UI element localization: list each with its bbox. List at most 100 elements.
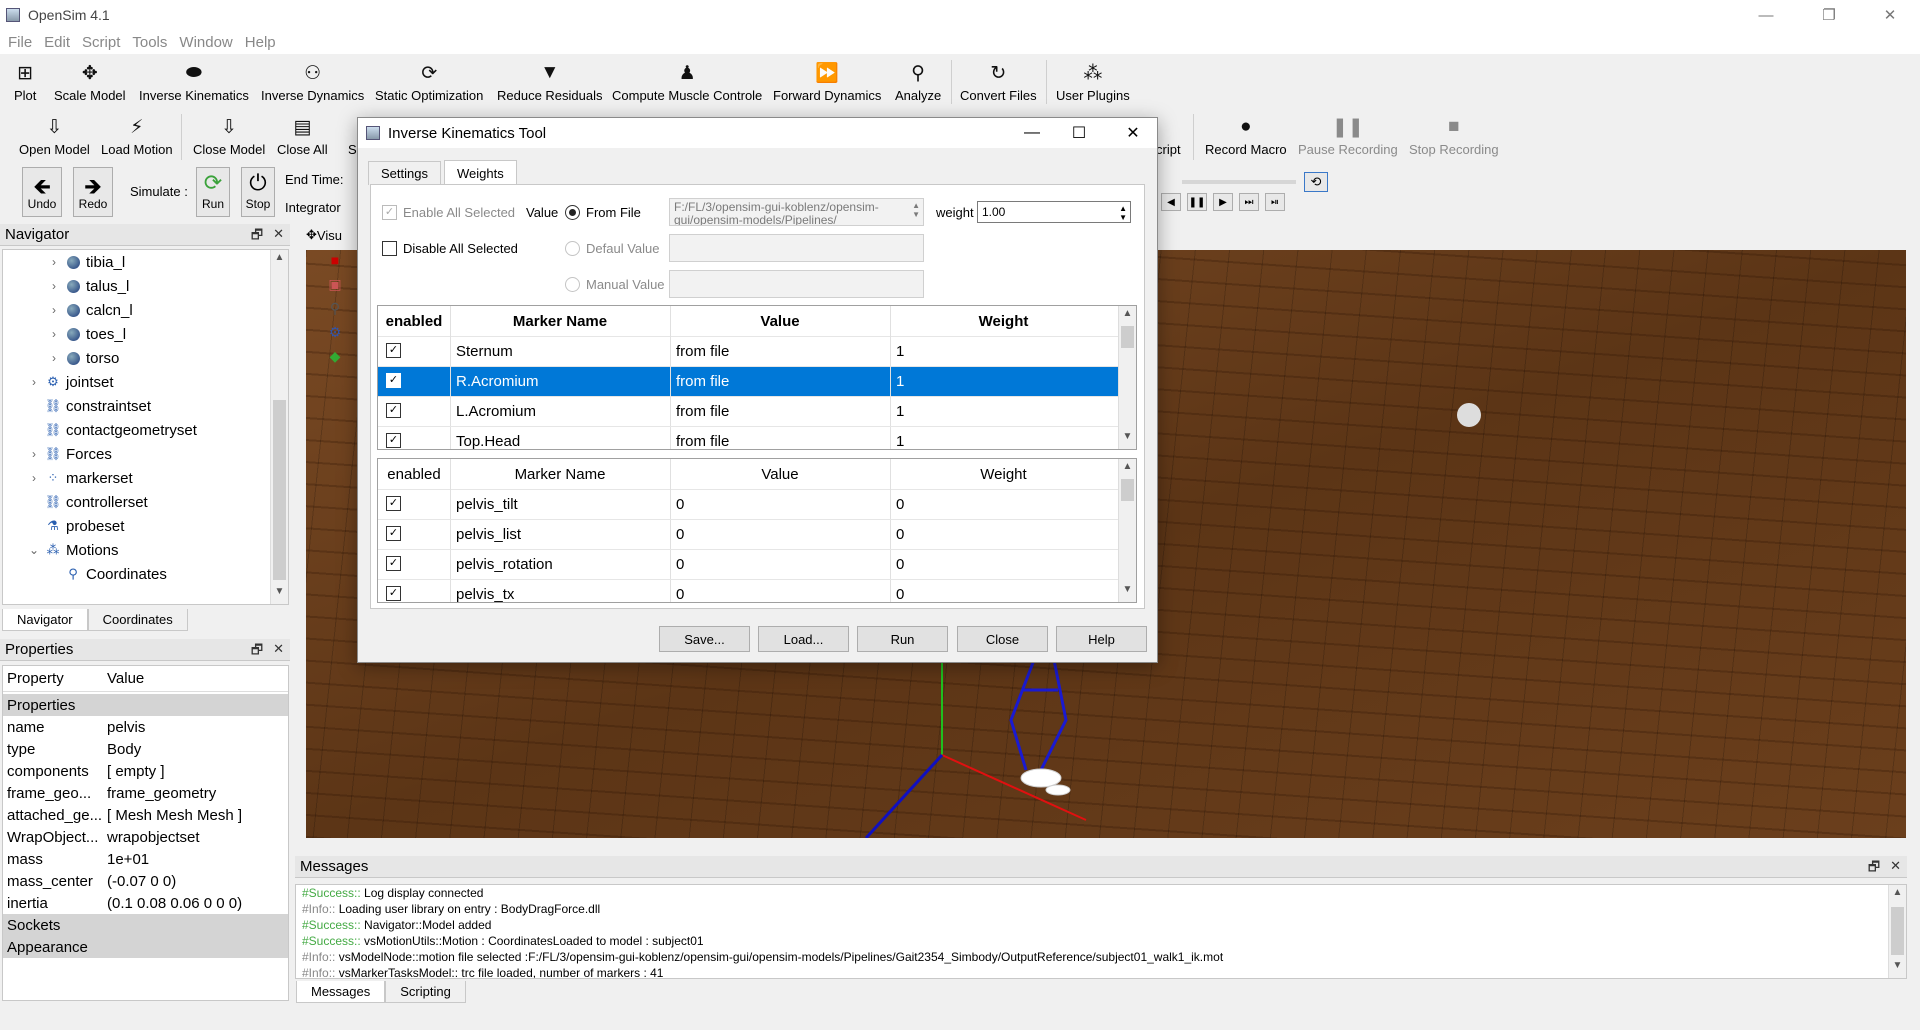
property-row[interactable]: frame_geo... frame_geometry <box>3 782 288 804</box>
tab-settings[interactable]: Settings <box>368 161 441 185</box>
enable-all-checkbox[interactable]: ✓ <box>382 205 397 220</box>
close-panel-icon[interactable]: ✕ <box>1890 858 1901 880</box>
forward-dynamics-button[interactable]: ⏩ Forward Dynamics <box>773 56 881 103</box>
default-value-field[interactable] <box>669 234 924 262</box>
column-header[interactable]: Value <box>670 459 890 489</box>
restore-panel-icon[interactable]: 🗗 <box>251 226 263 248</box>
menu-edit[interactable]: Edit <box>44 34 70 51</box>
convert-files-button[interactable]: ↻ Convert Files <box>960 56 1037 104</box>
menu-tools[interactable]: Tools <box>132 34 167 51</box>
open-model-button[interactable]: ⇩ Open Model <box>19 110 90 158</box>
close-button[interactable]: Close <box>957 626 1048 652</box>
floor-icon[interactable]: ◆ <box>320 348 350 372</box>
run-simulation-button[interactable]: ⟳ Run <box>196 167 230 217</box>
red-cube-icon[interactable]: ■ <box>320 252 350 276</box>
tree-node-forces[interactable]: › ⛓ Forces <box>27 442 112 466</box>
property-row[interactable]: WrapObject... wrapobjectset <box>3 826 288 848</box>
dialog-maximize-button[interactable]: ☐ <box>1056 118 1102 148</box>
camera-icon[interactable]: ⚲ <box>320 300 350 324</box>
restore-panel-icon[interactable]: 🗗 <box>251 641 263 663</box>
static-optimization-button[interactable]: ⟳ Static Optimization <box>375 56 483 104</box>
run-script-button[interactable]: cript <box>1156 110 1181 157</box>
close-window-button[interactable]: ✕ <box>1867 0 1913 30</box>
file-path-field[interactable]: F:/FL/3/opensim-gui-koblenz/opensim-gui/… <box>669 198 924 226</box>
menu-help[interactable]: Help <box>245 34 276 51</box>
loop-button[interactable]: ⟲ <box>1304 172 1328 192</box>
column-header[interactable]: Weight <box>890 306 1117 336</box>
tab-messages[interactable]: Messages <box>296 981 386 1003</box>
pause-motion-button[interactable]: ❚❚ <box>1187 193 1207 211</box>
stop-simulation-button[interactable]: ⏻ Stop <box>241 167 275 217</box>
close-all-button[interactable]: ▤ Close All <box>277 110 328 158</box>
pink-cube-icon[interactable]: ▣ <box>320 276 350 300</box>
scale-model-button[interactable]: ✥ Scale Model <box>54 56 126 104</box>
reduce-residuals-button[interactable]: ▼ Reduce Residuals <box>497 56 603 103</box>
row-enabled-checkbox[interactable]: ✓ <box>386 373 401 388</box>
disable-all-checkbox[interactable] <box>382 241 397 256</box>
property-row[interactable]: attached_ge...[ Mesh Mesh Mesh ] <box>3 804 288 826</box>
motion-slider[interactable] <box>1182 180 1296 184</box>
step-back-button[interactable]: ◀ <box>1161 193 1181 211</box>
menu-window[interactable]: Window <box>179 34 232 51</box>
user-plugins-button[interactable]: ⁂ User Plugins <box>1056 56 1130 104</box>
property-row[interactable]: name pelvis <box>3 716 288 738</box>
inverse-dynamics-button[interactable]: ⚇ Inverse Dynamics <box>261 56 364 104</box>
row-enabled-checkbox[interactable]: ✓ <box>386 403 401 418</box>
row-enabled-checkbox[interactable]: ✓ <box>386 586 401 601</box>
plot-button[interactable]: ⊞ Plot <box>14 56 36 104</box>
tree-node-talus-l[interactable]: › talus_l <box>47 274 129 298</box>
pause-recording-button[interactable]: ❚❚ Pause Recording <box>1298 110 1398 158</box>
weight-spinbox[interactable]: 1.00 ▲ ▼ <box>977 201 1131 223</box>
property-category[interactable]: Sockets <box>3 914 288 936</box>
column-header[interactable]: Value <box>670 306 890 336</box>
tab-navigator[interactable]: Navigator <box>2 609 88 631</box>
load-button[interactable]: Load... <box>758 626 849 652</box>
menu-script[interactable]: Script <box>82 34 120 51</box>
play-motion-button[interactable]: ▶ <box>1213 193 1233 211</box>
property-row[interactable]: components[ empty ] <box>3 760 288 782</box>
last-frame-button[interactable]: ⏯ <box>1265 193 1285 211</box>
property-row[interactable]: mass 1e+01 <box>3 848 288 870</box>
save-model-button[interactable]: S <box>348 110 357 157</box>
default-value-radio[interactable] <box>565 241 580 256</box>
dialog-minimize-button[interactable]: — <box>1009 118 1055 148</box>
row-enabled-checkbox[interactable]: ✓ <box>386 526 401 541</box>
marker-table-scrollbar[interactable]: ▲ ▼ <box>1118 306 1136 449</box>
tree-node-controllerset[interactable]: ⛓ controllerset <box>27 490 148 514</box>
tab-weights[interactable]: Weights <box>444 160 517 185</box>
row-enabled-checkbox[interactable]: ✓ <box>386 433 401 448</box>
property-row[interactable]: type Body <box>3 738 288 760</box>
undo-button[interactable]: 🡸 Undo <box>22 167 62 217</box>
inverse-kinematics-button[interactable]: ⬬ Inverse Kinematics <box>139 56 249 103</box>
column-header[interactable]: enabled <box>378 459 450 489</box>
column-header[interactable]: Marker Name <box>450 306 670 336</box>
manual-value-radio[interactable] <box>565 277 580 292</box>
restore-panel-icon[interactable]: 🗗 <box>1868 858 1880 880</box>
minimize-button[interactable]: — <box>1743 0 1789 30</box>
property-row[interactable]: inertia (0.1 0.08 0.06 0 0 0) <box>3 892 288 914</box>
tree-node-calcn-l[interactable]: › calcn_l <box>47 298 133 322</box>
tree-node-contactgeometryset[interactable]: ⛓ contactgeometryset <box>27 418 197 442</box>
menu-file[interactable]: File <box>8 34 32 51</box>
property-category[interactable]: Properties <box>3 694 288 716</box>
analyze-button[interactable]: ⚲ Analyze <box>895 56 941 104</box>
help-button[interactable]: Help <box>1056 626 1147 652</box>
tree-node-tibia-l[interactable]: › tibia_l <box>47 250 125 274</box>
axis-icon[interactable]: ⚙ <box>320 324 350 348</box>
messages-scrollbar[interactable]: ▲ ▼ <box>1888 885 1906 978</box>
tree-node-toes-l[interactable]: › toes_l <box>47 322 126 346</box>
property-category[interactable]: Appearance <box>3 936 288 958</box>
run-button[interactable]: Run <box>857 626 948 652</box>
redo-button[interactable]: 🡺 Redo <box>73 167 113 217</box>
fast-forward-button[interactable]: ⏭ <box>1239 193 1259 211</box>
save-button[interactable]: Save... <box>659 626 750 652</box>
tree-node-motions[interactable]: ⌄ ⁂ Motions <box>27 538 119 562</box>
tree-node-markerset[interactable]: › ⁘ markerset <box>27 466 133 490</box>
tab-scripting[interactable]: Scripting <box>385 981 466 1003</box>
tree-node-torso[interactable]: › torso <box>47 346 119 370</box>
stop-recording-button[interactable]: ■ Stop Recording <box>1409 110 1499 157</box>
record-macro-button[interactable]: ● Record Macro <box>1205 110 1287 157</box>
column-header[interactable]: enabled <box>378 306 450 336</box>
dialog-close-button[interactable]: ✕ <box>1110 118 1156 148</box>
row-enabled-checkbox[interactable]: ✓ <box>386 343 401 358</box>
